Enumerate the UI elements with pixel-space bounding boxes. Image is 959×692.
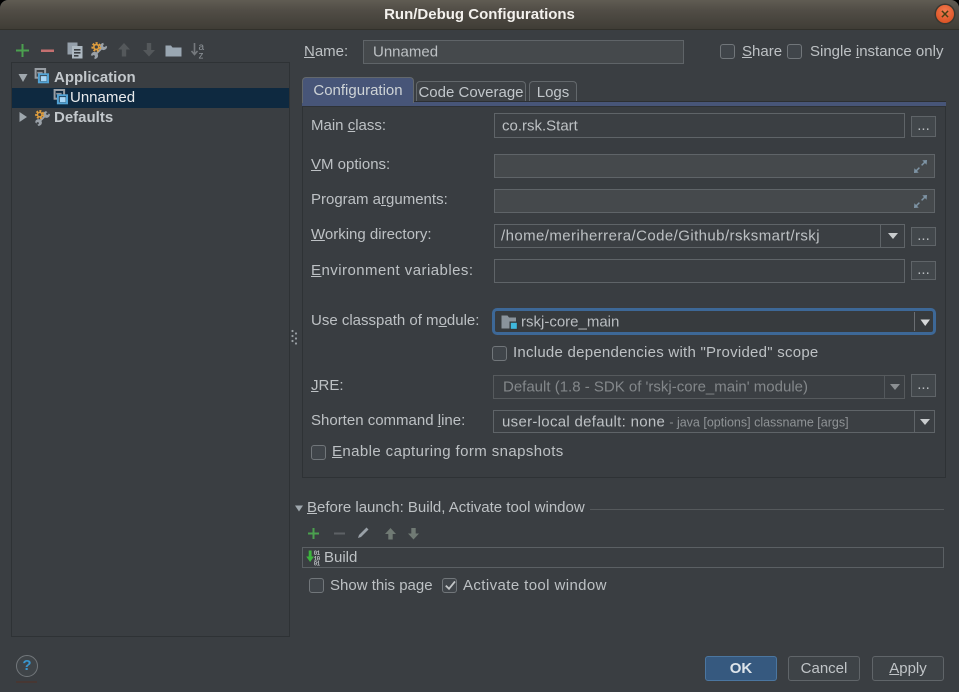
svg-text:01: 01 [314, 561, 321, 566]
svg-text:z: z [199, 51, 204, 60]
